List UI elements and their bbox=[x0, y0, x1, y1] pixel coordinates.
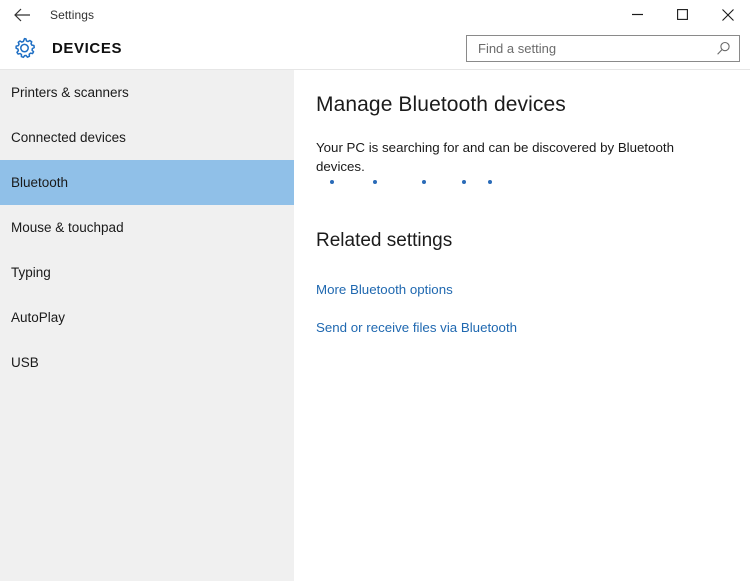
search-icon[interactable] bbox=[707, 36, 739, 61]
maximize-icon bbox=[677, 9, 688, 20]
sidebar-navigation: Printers & scanners Connected devices Bl… bbox=[0, 70, 294, 581]
sidebar-item-connected-devices[interactable]: Connected devices bbox=[0, 115, 294, 160]
back-button[interactable] bbox=[0, 0, 44, 29]
window-title: Settings bbox=[50, 7, 95, 22]
progress-dot bbox=[422, 180, 426, 184]
related-settings-title: Related settings bbox=[316, 230, 453, 251]
minimize-button[interactable] bbox=[615, 0, 660, 29]
gear-icon bbox=[8, 32, 40, 64]
progress-dot bbox=[488, 180, 492, 184]
sidebar-item-printers-and-scanners[interactable]: Printers & scanners bbox=[0, 70, 294, 115]
sidebar-item-bluetooth[interactable]: Bluetooth bbox=[0, 160, 294, 205]
close-button[interactable] bbox=[705, 0, 750, 29]
search-input[interactable] bbox=[476, 36, 702, 61]
content-pane: Manage Bluetooth devices Your PC is sear… bbox=[294, 70, 750, 581]
sidebar-item-mouse-and-touchpad[interactable]: Mouse & touchpad bbox=[0, 205, 294, 250]
link-send-or-receive-files-via-bluetooth[interactable]: Send or receive files via Bluetooth bbox=[316, 320, 517, 335]
maximize-button[interactable] bbox=[660, 0, 705, 29]
sidebar-item-typing[interactable]: Typing bbox=[0, 250, 294, 295]
sidebar-item-usb[interactable]: USB bbox=[0, 340, 294, 385]
sidebar-item-label: Printers & scanners bbox=[11, 85, 129, 100]
link-more-bluetooth-options[interactable]: More Bluetooth options bbox=[316, 282, 453, 297]
close-icon bbox=[721, 8, 734, 21]
page-title: Manage Bluetooth devices bbox=[316, 93, 566, 116]
sidebar-item-label: USB bbox=[11, 355, 39, 370]
app-header: DEVICES bbox=[0, 29, 750, 70]
searching-progress-indicator bbox=[316, 180, 516, 190]
search-box[interactable] bbox=[466, 35, 740, 62]
progress-dot bbox=[373, 180, 377, 184]
back-arrow-icon bbox=[13, 8, 31, 22]
sidebar-item-label: Bluetooth bbox=[11, 175, 69, 190]
sidebar-item-label: AutoPlay bbox=[11, 310, 66, 325]
window-controls bbox=[615, 0, 750, 29]
progress-dot bbox=[330, 180, 334, 184]
sidebar-item-label: Mouse & touchpad bbox=[11, 220, 124, 235]
page-header-title: DEVICES bbox=[52, 40, 123, 57]
settings-window: Settings DEVICES Find a setting Printers… bbox=[0, 0, 750, 581]
minimize-icon bbox=[632, 9, 643, 20]
progress-dot bbox=[462, 180, 466, 184]
status-text: Your PC is searching for and can be disc… bbox=[316, 140, 675, 174]
title-bar: Settings bbox=[0, 0, 750, 29]
sidebar-item-label: Connected devices bbox=[11, 130, 126, 145]
sidebar-item-label: Typing bbox=[11, 265, 51, 280]
sidebar-item-autoplay[interactable]: AutoPlay bbox=[0, 295, 294, 340]
